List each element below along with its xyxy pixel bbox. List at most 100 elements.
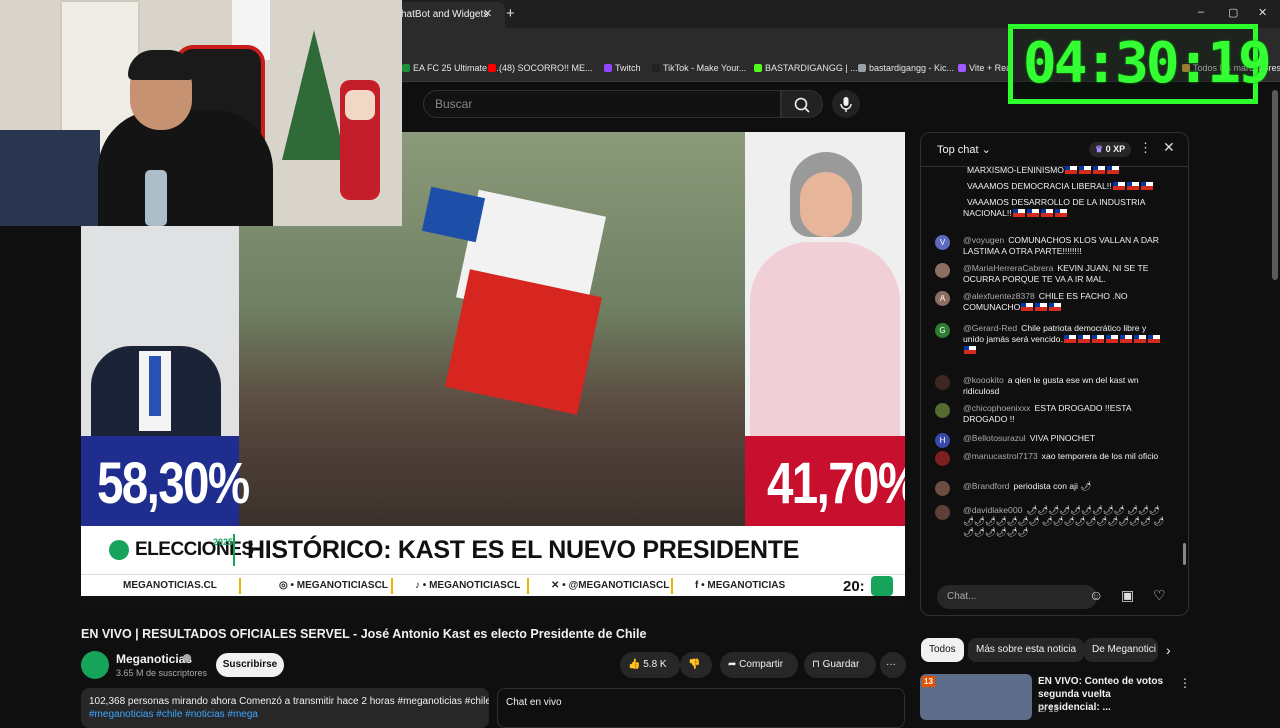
new-tab-button[interactable]: +: [506, 5, 515, 22]
chat-message-body: @chicophoenixxx ESTA DROGADO !!ESTA DROGA…: [963, 403, 1167, 425]
page-scrollbar[interactable]: [1272, 90, 1278, 280]
channel-name[interactable]: Meganoticias: [116, 652, 192, 666]
more-options-icon[interactable]: ⋮: [1179, 676, 1191, 690]
news-lower-third: ELECCIONES 2025 HISTÓRICO: KAST ES EL NU…: [81, 526, 905, 574]
chat-message: H @Bellotosurazul VIVA PINOCHET: [935, 433, 1167, 448]
chat-username[interactable]: @Brandford: [963, 481, 1009, 491]
bookmark-icon: ⊓: [812, 659, 823, 670]
right-result-box: 41,70%: [745, 436, 905, 526]
chat-avatar[interactable]: G: [935, 323, 950, 338]
chat-username[interactable]: @manucastrol7173: [963, 451, 1038, 461]
heart-icon[interactable]: ♡: [1153, 587, 1166, 604]
chat-avatar[interactable]: [935, 375, 950, 390]
save-button[interactable]: ⊓ Guardar: [804, 652, 876, 678]
bookmark-item[interactable]: Vite + Rea: [958, 63, 1011, 73]
chat-message: @MariaHerreraCabrera KEVIN JUAN, NI SE TE…: [935, 263, 1167, 285]
chat-username[interactable]: @Gerard-Red: [963, 323, 1017, 333]
bookmark-item[interactable]: BASTARDIGANGG | ...: [754, 63, 858, 73]
kick-icon: [754, 64, 762, 72]
related-video-channel: El 13: [1038, 704, 1059, 714]
search-input[interactable]: Buscar: [423, 90, 781, 118]
chat-message-body: @Gerard-Red Chile patriota democrático li…: [963, 323, 1167, 356]
chile-flag-icon: [1054, 209, 1067, 217]
facebook-icon: f •: [695, 580, 708, 591]
chat-username[interactable]: @davidlake000: [963, 505, 1022, 515]
chevron-right-icon[interactable]: ›: [1166, 642, 1171, 658]
close-icon[interactable]: ✕: [1163, 139, 1175, 156]
chile-flag-icon: [1112, 182, 1125, 190]
chat-avatar[interactable]: [935, 451, 950, 466]
chat-message: @davidlake000 🌶🌶🌶🌶🌶🌶🌶🌶🌶 🌶🌶🌶🌶🌶🌶🌶🌶🌶🌶 🌶🌶🌶🌶🌶🌶…: [935, 505, 1167, 538]
live-chat-preview[interactable]: Chat en vivo: [497, 688, 905, 728]
divider: [233, 534, 235, 566]
bookmark-item[interactable]: EA FC 25 Ultimate T...: [402, 63, 501, 73]
bookmark-item[interactable]: Twitch: [604, 63, 641, 73]
chat-mode-dropdown[interactable]: Top chat ⌄: [937, 143, 991, 156]
xp-badge[interactable]: ♛ 0 XP: [1089, 142, 1132, 157]
chat-scrollbar[interactable]: [1183, 173, 1186, 573]
chat-avatar[interactable]: V: [935, 235, 950, 250]
chat-avatar[interactable]: [935, 505, 950, 520]
emoji-icon[interactable]: ☺: [1089, 587, 1103, 603]
chat-avatar[interactable]: A: [935, 291, 950, 306]
streamer-body: [98, 110, 273, 226]
candidate-face: [800, 172, 852, 237]
candidate-jacket: [750, 242, 900, 436]
tab-close-icon[interactable]: ✕: [483, 7, 492, 20]
chat-message: VAAAMOS DESARROLLO DE LA INDUSTRIA NACIO…: [935, 197, 1167, 219]
chat-username[interactable]: @alexfuentez8378: [963, 291, 1035, 301]
description-box[interactable]: 102,368 personas mirando ahora Comenzó a…: [81, 688, 489, 728]
channel-avatar[interactable]: [81, 651, 109, 679]
voice-search-button[interactable]: [832, 90, 860, 118]
chat-message: G @Gerard-Red Chile patriota democrático l…: [935, 323, 1167, 356]
bookmark-favicon-icon: [858, 64, 866, 72]
chile-flag-icon: [1092, 166, 1105, 174]
super-chat-icon[interactable]: ▣: [1121, 587, 1134, 604]
vite-icon: [958, 64, 966, 72]
chat-username[interactable]: @MariaHerreraCabrera: [963, 263, 1053, 273]
chile-flag-icon: [1147, 335, 1160, 343]
dislike-button[interactable]: 👎: [680, 652, 712, 678]
chat-avatar[interactable]: H: [935, 433, 950, 448]
more-options-icon[interactable]: ⋮: [1139, 140, 1152, 156]
microphone-icon: [840, 97, 852, 112]
chile-flag-icon: [964, 346, 976, 354]
chat-username[interactable]: @voyugen: [963, 235, 1004, 245]
chat-username[interactable]: @chicophoenixxx: [963, 403, 1030, 413]
chat-message-body: @koookito a qien le gusta ese wn del kast…: [963, 375, 1167, 397]
chat-message-body: VAAAMOS DESARROLLO DE LA INDUSTRIA NACIO…: [963, 197, 1167, 219]
ticker-item: f • MEGANOTICIAS: [695, 580, 786, 591]
chat-message: A @alexfuentez8378 CHILE ES FACHO .NO COMU…: [935, 291, 1167, 313]
chile-flag-icon: [1126, 182, 1139, 190]
description-hashtags[interactable]: #meganoticias #chile #noticias #mega: [89, 709, 481, 720]
chat-avatar[interactable]: [935, 403, 950, 418]
minimize-icon[interactable]: –: [1198, 6, 1204, 18]
chat-username[interactable]: @Bellotosurazul: [963, 433, 1026, 443]
chat-username[interactable]: @koookito: [963, 375, 1004, 385]
chat-avatar[interactable]: [935, 481, 950, 496]
related-video-thumbnail[interactable]: 13: [920, 674, 1032, 720]
bookmark-item[interactable]: TikTok - Make Your...: [652, 63, 746, 73]
maximize-icon[interactable]: ▢: [1228, 6, 1238, 19]
bookmark-favicon-icon: [402, 64, 410, 72]
close-window-icon[interactable]: ✕: [1258, 6, 1267, 19]
chile-flag-icon: [1077, 335, 1090, 343]
chat-input[interactable]: Chat...: [937, 585, 1097, 609]
subscribe-button[interactable]: Suscribirse: [216, 653, 284, 677]
more-actions-button[interactable]: ···: [880, 652, 906, 678]
chip-more-news[interactable]: Más sobre esta noticia: [968, 638, 1085, 662]
chat-avatar[interactable]: [935, 263, 950, 278]
description-text: 102,368 personas mirando ahora Comenzó a…: [89, 696, 489, 707]
chip-from-channel[interactable]: De Meganotici: [1084, 638, 1158, 662]
chip-all[interactable]: Todos: [921, 638, 964, 662]
christmas-tree: [282, 30, 346, 160]
nutcracker-face: [345, 90, 375, 120]
bookmark-item[interactable]: bastardigangg - Kic...: [858, 63, 954, 73]
chat-message: @chicophoenixxx ESTA DROGADO !!ESTA DROGA…: [935, 403, 1167, 425]
chat-scrollbar-thumb[interactable]: [1183, 543, 1186, 565]
share-button[interactable]: ➦ Compartir: [720, 652, 798, 678]
search-button[interactable]: [781, 90, 823, 118]
like-button[interactable]: 👍 5.8 K: [620, 652, 680, 678]
chat-message: V @voyugen COMUNACHOS KLOS VALLAN A DAR LA…: [935, 235, 1167, 257]
bookmark-item[interactable]: (48) SOCORRO!! ME...: [488, 63, 593, 73]
